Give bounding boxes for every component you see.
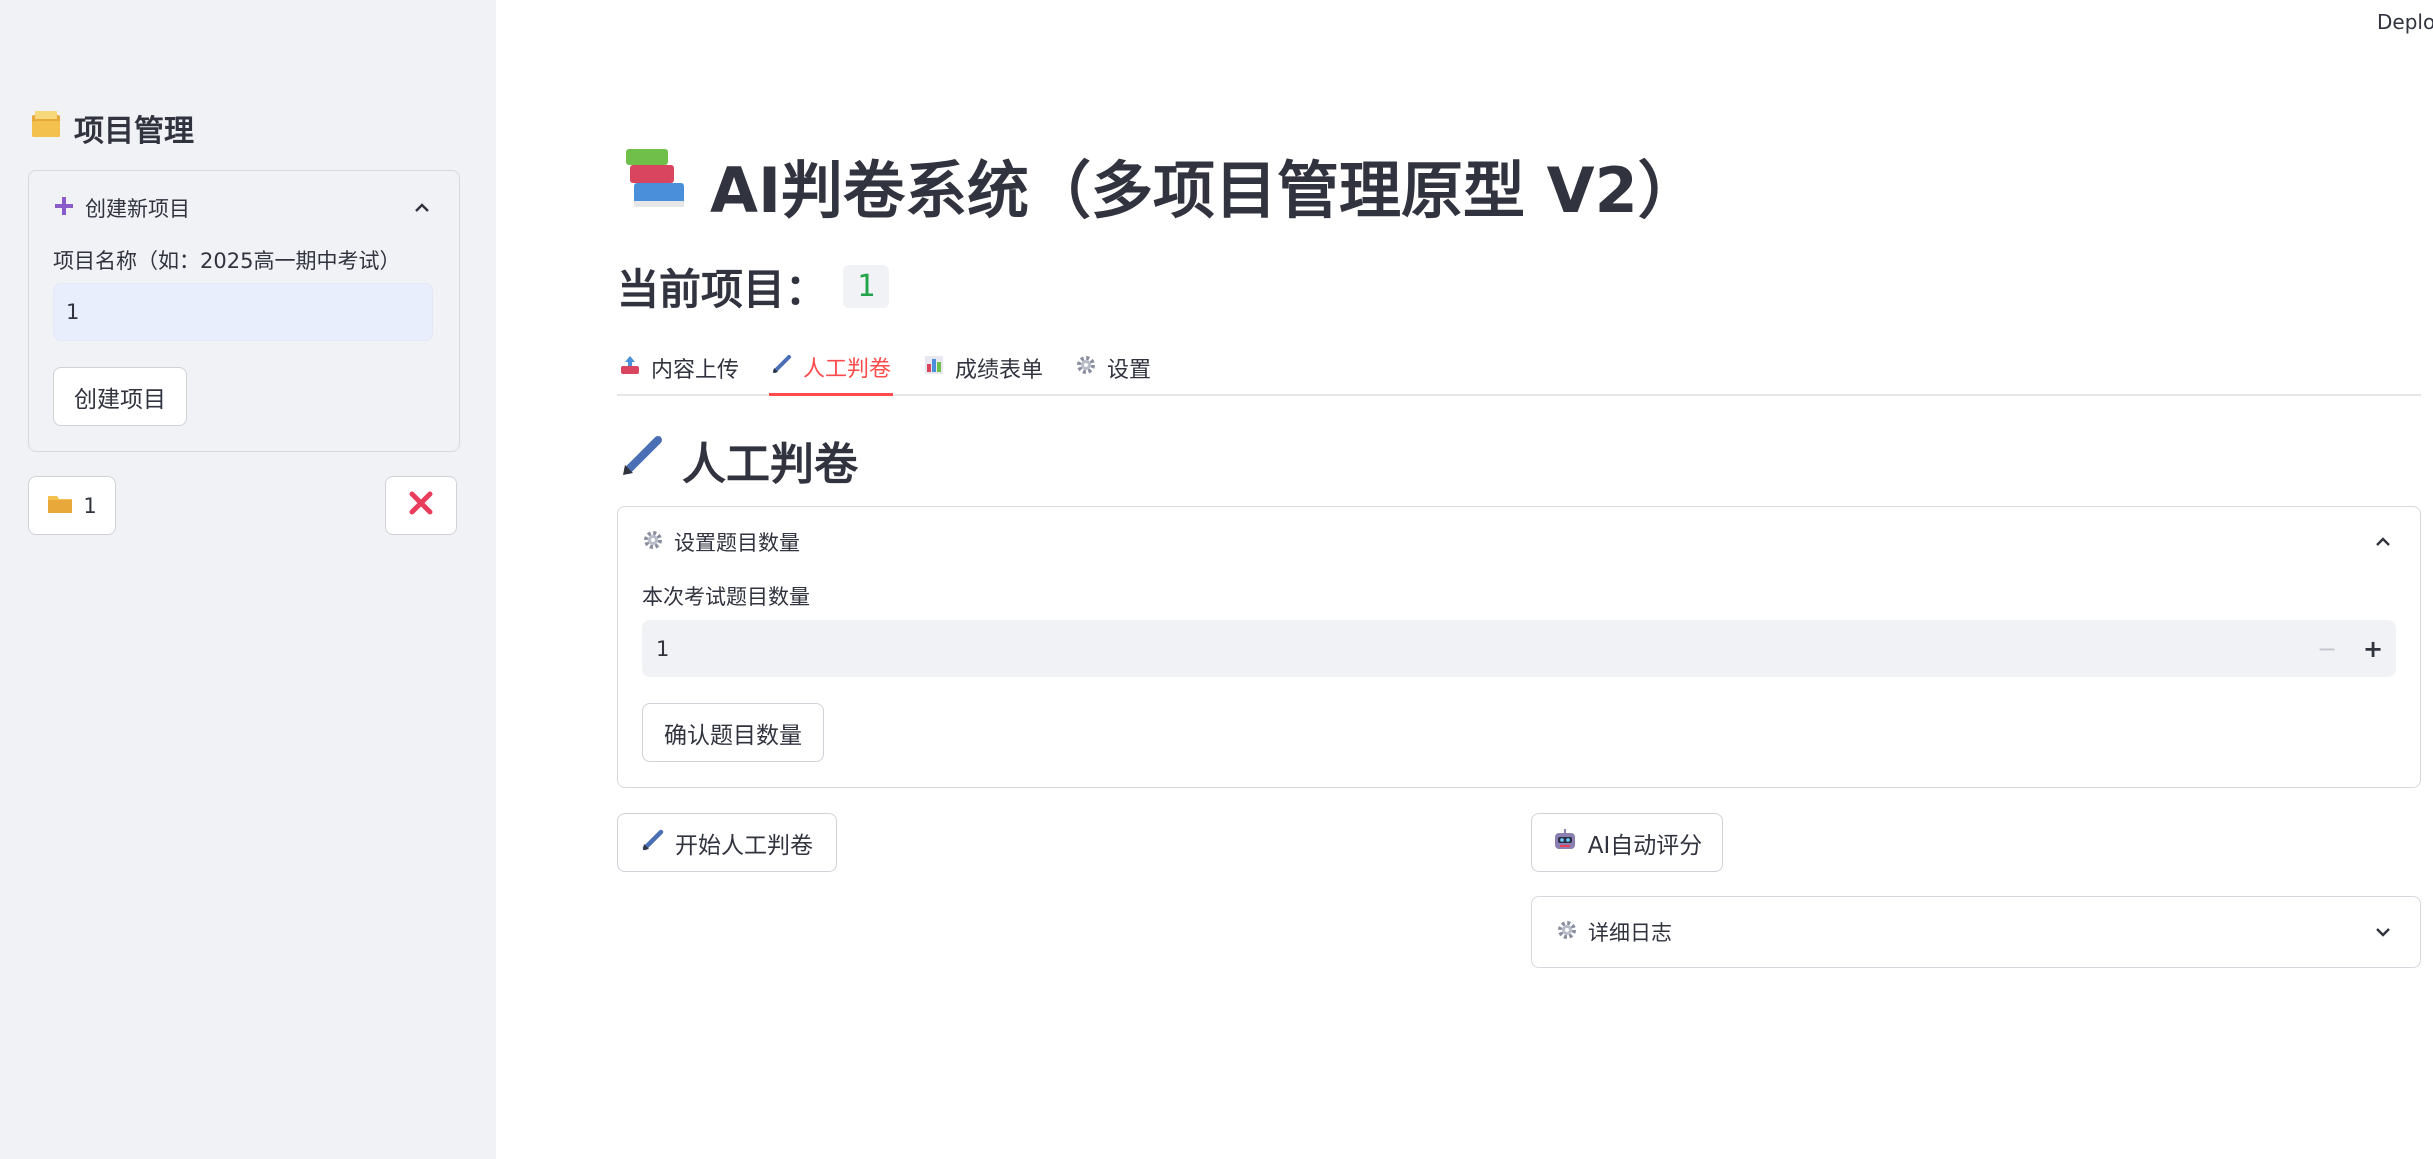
question-count-input[interactable]: 1 − +: [642, 620, 2396, 677]
plus-icon: [53, 195, 75, 222]
decrement-button[interactable]: −: [2304, 620, 2350, 677]
tab-settings-label: 设置: [1107, 358, 1152, 383]
sidebar-title: 项目管理: [30, 106, 194, 150]
project-item-button[interactable]: 1: [28, 476, 116, 535]
deploy-button[interactable]: Deploy: [2377, 10, 2433, 34]
create-project-button[interactable]: 创建项目: [53, 367, 187, 426]
current-project-value: 1: [843, 265, 890, 308]
page-title-text: AI判卷系统（多项目管理原型 V2）: [710, 154, 1700, 227]
start-manual-grading-label: 开始人工判卷: [675, 832, 813, 859]
section-title-text: 人工判卷: [682, 439, 858, 490]
chevron-down-icon[interactable]: [2370, 919, 2396, 945]
robot-icon: [1552, 827, 1578, 859]
pen-icon: [641, 828, 665, 858]
current-project: 当前项目： 1: [617, 256, 890, 317]
delete-project-button[interactable]: [385, 476, 457, 535]
tab-upload-label: 内容上传: [651, 358, 740, 383]
tab-manual-grading-label: 人工判卷: [803, 356, 892, 382]
project-name-label: 项目名称（如：2025高一期中考试）: [53, 249, 401, 273]
page-title: AI判卷系统（多项目管理原型 V2）: [620, 140, 1700, 230]
increment-button[interactable]: +: [2350, 620, 2396, 677]
pen-icon: [771, 353, 793, 381]
inbox-tray-icon: [619, 354, 641, 382]
question-count-expander: 设置题目数量 本次考试题目数量 1 − + 确认题目数量: [617, 506, 2421, 788]
tab-settings[interactable]: 设置: [1073, 340, 1153, 396]
detailed-log-expander: 详细日志: [1531, 896, 2421, 968]
project-name-input[interactable]: 1: [53, 283, 433, 341]
question-count-expander-title: 设置题目数量: [674, 531, 800, 555]
tab-upload[interactable]: 内容上传: [617, 340, 741, 396]
gear-icon: [1556, 919, 1578, 946]
create-project-expander: 创建新项目 项目名称（如：2025高一期中考试） 1 创建项目: [28, 170, 460, 452]
tab-bar: 内容上传 人工判卷 成绩表单 设置: [617, 340, 2421, 396]
project-item-label: 1: [83, 493, 97, 518]
books-icon: [620, 145, 692, 226]
confirm-question-count-button[interactable]: 确认题目数量: [642, 703, 824, 762]
ai-auto-score-button[interactable]: AI自动评分: [1531, 813, 1723, 872]
create-project-expander-title: 创建新项目: [85, 197, 190, 221]
sidebar-title-text: 项目管理: [74, 114, 194, 149]
pen-icon: [620, 432, 666, 489]
start-manual-grading-button[interactable]: 开始人工判卷: [617, 813, 837, 872]
detailed-log-expander-title: 详细日志: [1588, 921, 1672, 945]
tab-manual-grading[interactable]: 人工判卷: [769, 340, 894, 396]
create-project-expander-header[interactable]: 创建新项目: [53, 193, 435, 223]
chevron-up-icon[interactable]: [409, 195, 435, 221]
section-title: 人工判卷: [620, 428, 858, 492]
gear-icon: [1075, 354, 1097, 382]
card-index-dividers-icon: [30, 109, 62, 147]
question-count-expander-header[interactable]: 设置题目数量: [642, 527, 2396, 557]
tab-score-sheet-label: 成绩表单: [955, 358, 1044, 383]
current-project-label: 当前项目：: [617, 265, 828, 314]
sidebar: 项目管理 创建新项目 项目名称（如：2025高一期中考试） 1 创建项目 1: [0, 0, 496, 1159]
gear-icon: [642, 529, 664, 556]
bar-chart-icon: [923, 354, 945, 382]
detailed-log-expander-header[interactable]: 详细日志: [1556, 917, 2396, 947]
folder-icon: [47, 492, 73, 519]
ai-auto-score-label: AI自动评分: [1587, 832, 1703, 859]
question-count-value[interactable]: 1: [642, 637, 2304, 661]
question-count-label: 本次考试题目数量: [642, 585, 810, 609]
chevron-up-icon[interactable]: [2370, 529, 2396, 555]
cross-mark-icon: [407, 489, 435, 523]
tab-score-sheet[interactable]: 成绩表单: [921, 340, 1045, 396]
